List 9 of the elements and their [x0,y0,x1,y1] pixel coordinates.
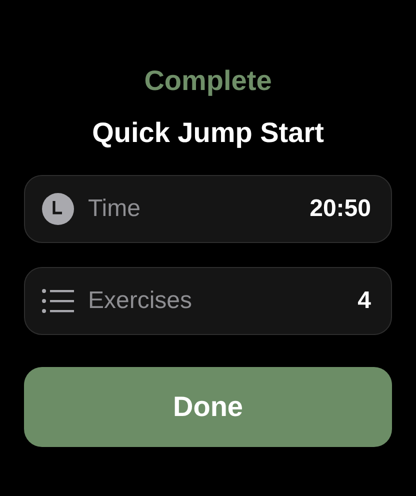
workout-title: Quick Jump Start [92,116,324,150]
stat-label: Exercises [88,286,192,316]
stat-value: 4 [358,286,371,316]
status-heading: Complete [144,64,272,98]
stat-value: 20:50 [310,194,371,224]
list-icon [42,289,74,313]
done-button[interactable]: Done [24,367,392,447]
clock-icon [42,193,74,225]
stat-label: Time [88,194,140,224]
